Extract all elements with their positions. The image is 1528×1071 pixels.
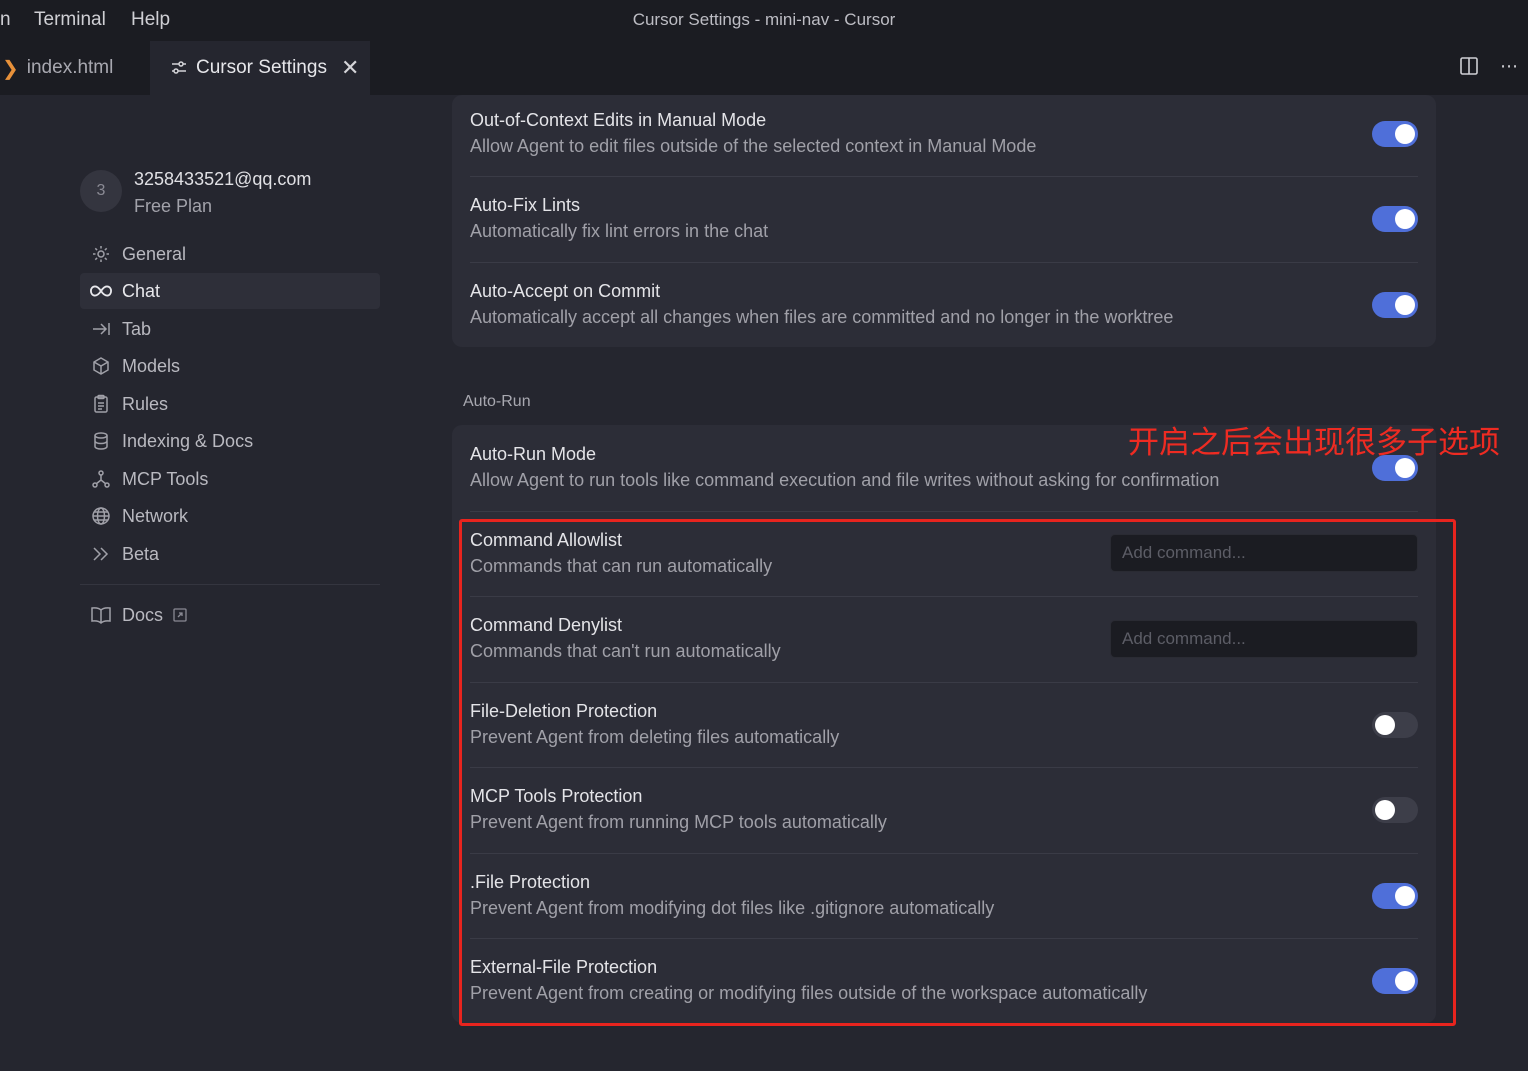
window-title: Cursor Settings - mini-nav - Cursor — [632, 10, 896, 29]
annotation-text: 开启之后会出现很多子选项 — [1128, 425, 1500, 461]
row-divider — [470, 511, 1418, 512]
setting-title: Auto-Run Mode — [470, 444, 597, 464]
toggle-auto-accept-on-commit[interactable] — [1372, 292, 1418, 318]
setting-desc: Allow Agent to edit files outside of the… — [470, 136, 1037, 156]
annotation-highlight-box — [459, 519, 1456, 1026]
sidebar-item-mcp-tools[interactable]: MCP Tools — [80, 461, 380, 497]
sidebar-item-label: Rules — [122, 393, 169, 414]
account-plan: Free Plan — [134, 196, 213, 216]
sidebar-item-indexing-docs[interactable]: Indexing & Docs — [80, 423, 380, 459]
double-chevron-icon — [90, 543, 112, 565]
setting-desc: Allow Agent to run tools like command ex… — [470, 470, 1220, 490]
settings-card-chat-options: Out-of-Context Edits in Manual Mode Allo… — [452, 95, 1436, 347]
setting-desc: Automatically fix lint errors in the cha… — [470, 221, 769, 241]
tab-arrow-icon — [90, 318, 112, 340]
book-icon — [90, 604, 112, 626]
avatar: 3 — [80, 170, 122, 212]
sidebar-item-label: Docs — [122, 604, 164, 625]
sidebar-item-label: Tab — [122, 318, 152, 339]
sidebar-item-label: Network — [122, 505, 189, 526]
sidebar-item-label: Chat — [122, 280, 161, 301]
split-editor-icon[interactable] — [1458, 55, 1480, 77]
sidebar-item-chat[interactable]: Chat — [80, 273, 380, 309]
cube-icon — [90, 355, 112, 377]
clipboard-icon — [90, 393, 112, 415]
close-icon[interactable]: ✕ — [341, 55, 359, 81]
sidebar-item-general[interactable]: General — [80, 236, 380, 272]
database-icon — [90, 430, 112, 452]
infinity-icon — [90, 280, 112, 302]
sidebar-divider — [80, 584, 380, 585]
sidebar-item-docs[interactable]: Docs — [80, 597, 380, 633]
tab-label: Cursor Settings — [196, 57, 327, 78]
sidebar-item-label: Beta — [122, 543, 160, 564]
toggle-out-of-context-edits[interactable] — [1372, 121, 1418, 147]
external-link-icon — [173, 608, 187, 622]
gear-icon — [90, 243, 112, 265]
sidebar-item-label: Indexing & Docs — [122, 430, 254, 451]
tab-bar: ❯ index.html Cursor Settings ✕ ⋯ — [0, 41, 1528, 95]
setting-row: Auto-Fix Lints Automatically fix lint er… — [470, 195, 1418, 255]
sidebar-item-network[interactable]: Network — [80, 498, 380, 534]
setting-row: Auto-Accept on Commit Automatically acce… — [470, 281, 1418, 341]
sidebar-item-rules[interactable]: Rules — [80, 386, 380, 422]
row-divider — [470, 176, 1418, 177]
setting-desc: Automatically accept all changes when fi… — [470, 307, 1174, 327]
globe-icon — [90, 505, 112, 527]
more-icon[interactable]: ⋯ — [1498, 55, 1520, 77]
account-email: 3258433521@qq.com — [134, 169, 312, 189]
sidebar-item-label: MCP Tools — [122, 468, 209, 489]
sidebar-item-models[interactable]: Models — [80, 348, 380, 384]
sidebar-item-label: General — [122, 243, 187, 264]
nodes-icon — [90, 468, 112, 490]
toggle-auto-fix-lints[interactable] — [1372, 206, 1418, 232]
chevron-right-icon: ❯ — [2, 57, 19, 80]
sidebar-item-beta[interactable]: Beta — [80, 536, 380, 572]
sliders-icon — [170, 59, 188, 77]
section-label-auto-run: Auto-Run — [463, 393, 531, 410]
tab-label: index.html — [26, 57, 114, 78]
tab-index-html[interactable]: ❯ index.html — [0, 41, 150, 95]
setting-title: Auto-Fix Lints — [470, 195, 581, 215]
title-bar: n Terminal Help Cursor Settings - mini-n… — [0, 0, 1528, 41]
sidebar-item-tab[interactable]: Tab — [80, 311, 380, 347]
row-divider — [470, 262, 1418, 263]
setting-row: Out-of-Context Edits in Manual Mode Allo… — [470, 110, 1418, 170]
setting-title: Auto-Accept on Commit — [470, 281, 661, 301]
setting-title: Out-of-Context Edits in Manual Mode — [470, 110, 767, 130]
sidebar-item-label: Models — [122, 355, 181, 376]
tab-cursor-settings[interactable]: Cursor Settings ✕ — [150, 41, 370, 95]
